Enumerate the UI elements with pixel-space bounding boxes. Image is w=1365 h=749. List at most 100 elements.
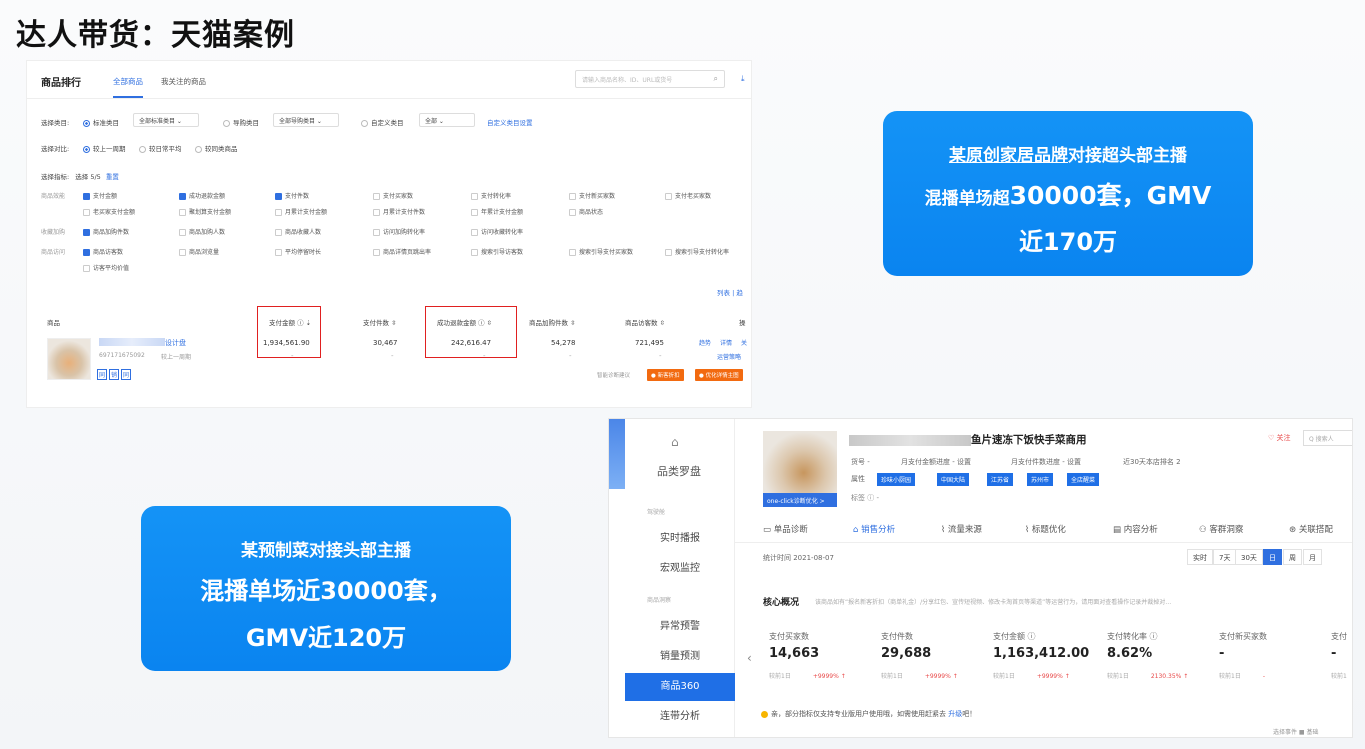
- metric-checkbox[interactable]: 支付转化率: [471, 191, 511, 200]
- range-day[interactable]: 日: [1263, 549, 1282, 565]
- core-overview-desc: 该商品如有“报名新客折扣（商单礼金）/分享红包、宣传短视频、修改卡淘首页等渠道”…: [815, 599, 1172, 606]
- metric-card: 支付新买家数 - 较前1日 -: [1219, 632, 1267, 680]
- callout-brand: 某原创家居品牌: [949, 146, 1068, 166]
- sidebar-item-forecast[interactable]: 销量预测: [625, 643, 735, 671]
- action-detail-link[interactable]: 详情: [720, 338, 732, 347]
- tab-sales-analysis[interactable]: ⌂ 销售分析: [853, 523, 895, 535]
- search-icon[interactable]: ⌕: [714, 74, 718, 84]
- metric-checkbox[interactable]: 搜索引导支付转化率: [665, 247, 729, 256]
- new-customer-discount-button[interactable]: ● 新客折扣: [647, 369, 684, 381]
- guide-category-select[interactable]: 全部导购类目 ⌄: [273, 113, 339, 127]
- metric-checkbox[interactable]: 支付老买家数: [665, 191, 711, 200]
- metric-checkbox[interactable]: 月累计支付金额: [275, 207, 327, 216]
- cell-dash: -: [391, 352, 394, 360]
- metric-checkbox[interactable]: 商品收藏人数: [275, 227, 321, 236]
- sidebar-category-title: 品类罗盘: [657, 465, 701, 478]
- metric-checkbox[interactable]: 搜索引导访客数: [471, 247, 523, 256]
- sidebar-item-realtime[interactable]: 实时播报: [625, 525, 735, 553]
- range-7d[interactable]: 7天: [1213, 549, 1237, 565]
- tab-customer-insight[interactable]: ⚇ 客群洞察: [1199, 523, 1243, 535]
- product-search-input[interactable]: Q 搜索人: [1303, 430, 1352, 446]
- chevron-left-icon[interactable]: ‹: [747, 651, 752, 665]
- radio-standard-category[interactable]: 标准类目: [83, 117, 119, 127]
- radio-custom-category[interactable]: 自定义类目: [361, 117, 404, 127]
- metric-checkbox[interactable]: 年累计支付金额: [471, 207, 523, 216]
- callout-line-3: 近170万: [1018, 228, 1118, 256]
- tab-association[interactable]: ⊛ 关联搭配: [1289, 523, 1333, 535]
- tab-title-optimize[interactable]: ⌇ 标题优化: [1025, 523, 1066, 535]
- sidebar-item-macro[interactable]: 宏观监控: [625, 555, 735, 583]
- metric-checkbox[interactable]: 支付金额: [83, 191, 117, 200]
- metric-checkbox[interactable]: 商品详情页跳出率: [373, 247, 431, 256]
- metric-checkbox[interactable]: 商品加购人数: [179, 227, 225, 236]
- tab-all-products[interactable]: 全部商品: [113, 76, 143, 98]
- standard-category-select[interactable]: 全部标准类目 ⌄: [133, 113, 199, 127]
- metric-checkbox[interactable]: 聚划算支付金额: [179, 207, 231, 216]
- radio-guide-category[interactable]: 导购类目: [223, 117, 259, 127]
- metric-checkbox[interactable]: 商品浏览量: [179, 247, 219, 256]
- tab-traffic-source[interactable]: ⌇ 流量来源: [941, 523, 982, 535]
- range-week[interactable]: 周: [1283, 549, 1302, 565]
- callout-furniture-case: 某原创家居品牌对接超头部主播 混播单场超30000套，GMV 近170万: [883, 111, 1253, 276]
- metric-checkbox[interactable]: 商品状态: [569, 207, 603, 216]
- callout-line-1: 某预制菜对接头部主播: [241, 541, 411, 561]
- analysis-tabs: ▭ 单品诊断 ⌂ 销售分析 ⌇ 流量来源 ⌇ 标题优化 ▤ 内容分析 ⚇ 客群洞…: [735, 515, 1352, 543]
- event-selector[interactable]: 选择事件 ■ 基础: [1273, 727, 1318, 736]
- metric-checkbox[interactable]: 支付买家数: [373, 191, 413, 200]
- metric-checkbox[interactable]: 支付件数: [275, 191, 309, 200]
- metric-checkbox[interactable]: 搜索引导支付买家数: [569, 247, 633, 256]
- col-header-pay-count[interactable]: 支付件数 ⇳: [363, 317, 397, 327]
- diagnose-button[interactable]: one-click诊断优化 >: [763, 493, 837, 507]
- metric-checkbox[interactable]: 商品加购件数: [83, 227, 129, 236]
- upgrade-link[interactable]: 升级: [948, 710, 962, 718]
- compare-label: 选择对比:: [41, 145, 70, 153]
- smart-diagnosis-label: 智能诊断建议: [597, 373, 631, 379]
- attr-tag: 苏州市: [1027, 473, 1054, 486]
- col-header-visitors[interactable]: 商品访客数 ⇳: [625, 317, 665, 327]
- stat-time: 统计时间 2021-08-07: [763, 554, 834, 562]
- metric-checkbox[interactable]: 老买家支付金额: [83, 207, 135, 216]
- custom-category-settings-link[interactable]: 自定义类目设置: [487, 117, 533, 127]
- sidebar-item-association[interactable]: 连带分析: [625, 703, 735, 731]
- tab-content-analysis[interactable]: ▤ 内容分析: [1113, 523, 1158, 535]
- metric-checkbox[interactable]: 访问收藏转化率: [471, 227, 523, 236]
- view-toggle-links[interactable]: 列表 | 趋: [717, 287, 743, 297]
- metric-card: 支付金额 ⓘ 1,163,412.00 较前1日 +9999% ↑: [993, 632, 1090, 680]
- range-30d[interactable]: 30天: [1235, 549, 1263, 565]
- cell-cart-count: 54,278: [551, 339, 576, 347]
- metric-checkbox[interactable]: 商品访客数: [83, 247, 123, 256]
- range-month[interactable]: 月: [1303, 549, 1322, 565]
- custom-category-select[interactable]: 全部 ⌄: [419, 113, 475, 127]
- product-meta: 货号 -: [851, 458, 870, 466]
- download-icon[interactable]: ⤓: [741, 74, 745, 84]
- range-realtime[interactable]: 实时: [1187, 549, 1213, 565]
- metric-checkbox[interactable]: 月累计支付件数: [373, 207, 425, 216]
- metric-checkbox[interactable]: 访客平均价值: [83, 263, 129, 272]
- metric-checkbox[interactable]: 支付新买家数: [569, 191, 615, 200]
- attr-tag: 全店醒菜: [1067, 473, 1100, 486]
- radio-compare-daily[interactable]: 较日常平均: [139, 143, 182, 153]
- tab-followed-products[interactable]: 我关注的商品: [161, 76, 206, 87]
- metric-checkbox[interactable]: 访问加购转化率: [373, 227, 425, 236]
- callout-line-2: 混播单场超30000套，GMV: [924, 181, 1212, 210]
- radio-compare-similar[interactable]: 较同类商品: [195, 143, 238, 153]
- action-trend-link[interactable]: 趋势: [699, 338, 711, 347]
- col-header-cart-count[interactable]: 商品加购件数 ⇳: [529, 317, 576, 327]
- metric-reset-link[interactable]: 重置: [106, 173, 119, 181]
- radio-compare-prev[interactable]: 较上一周期: [83, 143, 126, 153]
- metric-checkbox[interactable]: 平均停留时长: [275, 247, 321, 256]
- action-follow-link[interactable]: 关: [741, 338, 747, 347]
- tab-single-diagnosis[interactable]: ▭ 单品诊断: [763, 523, 808, 535]
- product-name-redacted: [849, 435, 971, 446]
- label-row: 标签 ⓘ -: [851, 494, 879, 502]
- metric-checkbox[interactable]: 成功退款金额: [179, 191, 225, 200]
- follow-button[interactable]: ♡ 关注: [1268, 433, 1291, 443]
- cell-dash: -: [659, 352, 662, 360]
- product-search-input[interactable]: 请输入商品名称、ID、URL或货号 ⌕: [575, 70, 725, 88]
- optimize-detail-button[interactable]: ● 优化详情主图: [695, 369, 743, 381]
- sidebar-item-alert[interactable]: 异常预警: [625, 613, 735, 641]
- action-strategy-link[interactable]: 运营策略: [717, 352, 741, 361]
- attr-tag: 中国大陆: [937, 473, 970, 486]
- product-name-suffix[interactable]: 设计盘: [165, 338, 186, 348]
- sidebar-item-product360[interactable]: 商品360: [625, 673, 735, 701]
